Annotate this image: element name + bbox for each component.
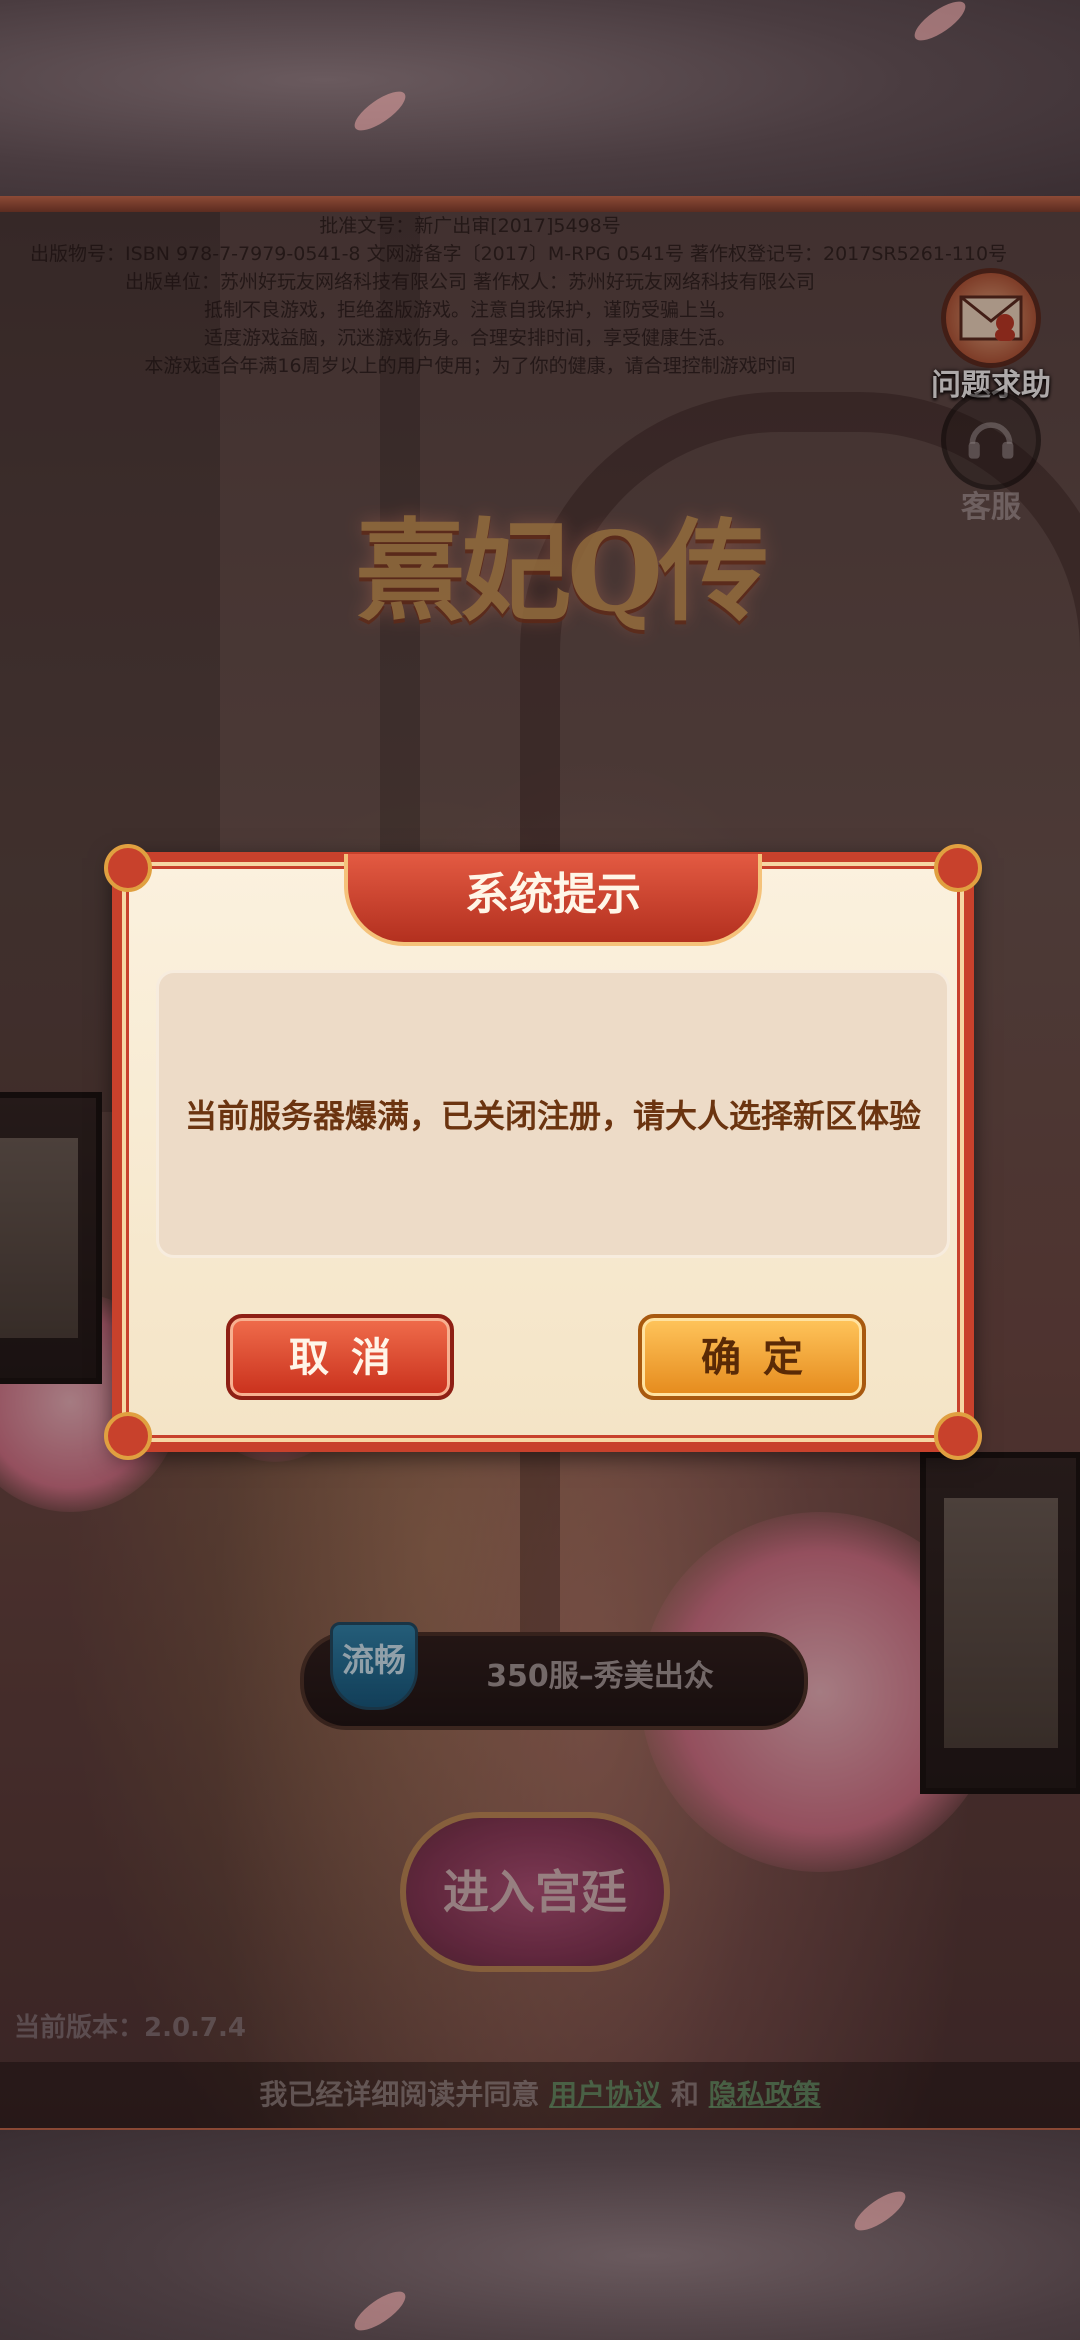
dialog-corner-ornament (104, 1412, 152, 1460)
dialog-corner-ornament (104, 844, 152, 892)
dialog-corner-ornament (934, 1412, 982, 1460)
dialog-corner-ornament (934, 844, 982, 892)
cancel-button[interactable]: 取消 (226, 1314, 454, 1400)
dialog-title: 系统提示 (344, 854, 762, 946)
top-rail (0, 196, 1080, 212)
dialog-message-box: 当前服务器爆满，已关闭注册，请大人选择新区体验 (156, 970, 950, 1258)
top-decorative-frame (0, 0, 1080, 200)
petal-decoration (909, 0, 971, 48)
petal-decoration (349, 2284, 411, 2338)
system-prompt-dialog: 系统提示 当前服务器爆满，已关闭注册，请大人选择新区体验 取消 确定 (104, 844, 982, 1460)
dialog-message: 当前服务器爆满，已关闭注册，请大人选择新区体验 (184, 1097, 921, 1135)
bottom-decorative-frame (0, 2130, 1080, 2340)
confirm-button[interactable]: 确定 (638, 1314, 866, 1400)
petal-decoration (349, 84, 411, 138)
petal-decoration (849, 2184, 911, 2238)
